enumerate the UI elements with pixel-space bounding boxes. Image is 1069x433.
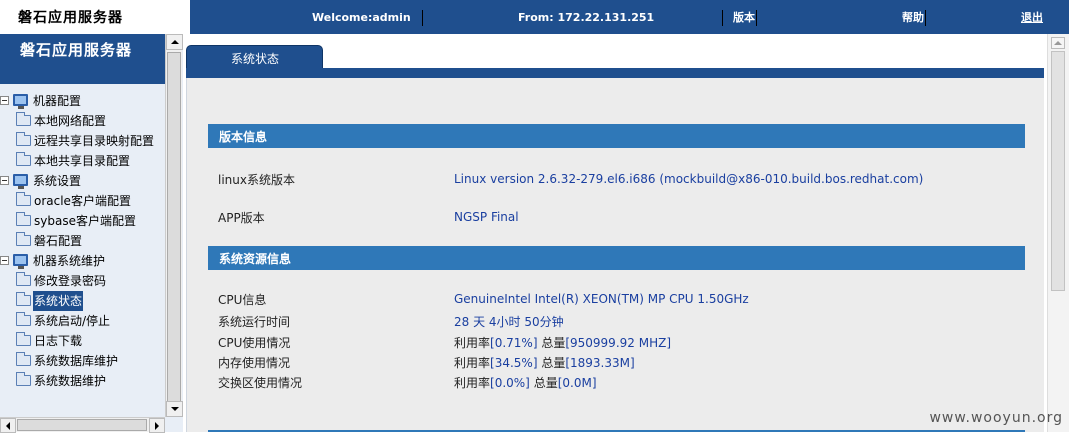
swap-usage-value: 利用率[0.0%] 总量[0.0M] (454, 374, 597, 391)
scroll-left-arrow-icon[interactable] (0, 418, 16, 433)
folder-icon (16, 115, 31, 126)
app-version-value: NGSP Final (454, 210, 519, 224)
computer-icon (13, 254, 28, 266)
tree-label: sybase客户端配置 (34, 211, 136, 231)
header-bar: Welcome:admin From: 172.22.131.251 版本 帮助… (190, 0, 1069, 34)
tab-bar-line (186, 68, 1044, 78)
main-vertical-scrollbar[interactable] (1047, 34, 1069, 432)
tab-system-status[interactable]: 系统状态 (186, 45, 323, 68)
status-content: 版本信息 linux系统版本 Linux version 2.6.32-279.… (186, 78, 1044, 432)
collapse-icon[interactable] (0, 176, 9, 185)
folder-icon (16, 335, 31, 346)
memory-usage-label: 内存使用情况 (218, 354, 290, 371)
rate-value: [0.0%] (490, 376, 530, 390)
scroll-down-arrow-icon[interactable] (166, 401, 183, 417)
section-header-version: 版本信息 (208, 124, 1025, 148)
section-title: 系统资源信息 (219, 250, 291, 267)
tree-label: 本地共享目录配置 (34, 151, 130, 171)
folder-icon (16, 195, 31, 206)
section-header-resources: 系统资源信息 (208, 246, 1025, 270)
tree-label: 磐石配置 (34, 231, 82, 251)
folder-icon (16, 295, 31, 306)
folder-icon (16, 235, 31, 246)
header-divider (722, 10, 723, 26)
folder-icon (16, 135, 31, 146)
sidebar-horizontal-scrollbar[interactable] (0, 417, 165, 432)
total-value: [0.0M] (558, 376, 597, 390)
total-label: 总量 (530, 376, 558, 390)
total-value: [1893.33M] (565, 356, 634, 370)
rate-label: 利用率 (454, 356, 490, 370)
total-label: 总量 (538, 356, 566, 370)
tree-label: 系统数据维护 (34, 371, 106, 391)
welcome-text: Welcome:admin (312, 10, 411, 26)
uptime-value: 28 天 4小时 50分钟 (454, 313, 564, 330)
tree-label: 系统设置 (33, 171, 81, 191)
collapse-icon[interactable] (0, 256, 9, 265)
cpu-info-value: GenuineIntel Intel(R) XEON(TM) MP CPU 1.… (454, 292, 749, 306)
uptime-label: 系统运行时间 (218, 313, 290, 330)
total-label: 总量 (538, 336, 566, 350)
folder-icon (16, 215, 31, 226)
watermark: www.wooyun.org (929, 410, 1063, 426)
help-link[interactable]: 帮助 (902, 10, 924, 26)
scroll-up-arrow-icon[interactable] (166, 34, 183, 50)
sidebar-vertical-scrollbar[interactable] (165, 34, 182, 417)
cpu-info-label: CPU信息 (218, 291, 266, 308)
total-value: [950999.92 MHZ] (565, 336, 671, 350)
tree-label: 机器配置 (33, 91, 81, 111)
folder-icon (16, 155, 31, 166)
tree-label: 系统状态 (33, 291, 83, 311)
tree-label: 修改登录密码 (34, 271, 106, 291)
computer-icon (13, 174, 28, 186)
swap-usage-label: 交换区使用情况 (218, 374, 302, 391)
tab-label: 系统状态 (231, 50, 279, 67)
scrollbar-thumb[interactable] (1051, 51, 1065, 291)
tree-label: 远程共享目录映射配置 (34, 131, 154, 151)
from-ip-text: From: 172.22.131.251 (518, 10, 654, 26)
tree-label: 本地网络配置 (34, 111, 106, 131)
top-bar: 磐石应用服务器 Welcome:admin From: 172.22.131.2… (0, 0, 1069, 34)
version-link[interactable]: 版本 (733, 10, 755, 26)
sidebar-header: 磐石应用服务器 (0, 34, 165, 84)
rate-value: [0.71%] (490, 336, 537, 350)
folder-icon (16, 315, 31, 326)
folder-icon (16, 275, 31, 286)
rate-value: [34.5%] (490, 356, 537, 370)
scrollbar-thumb[interactable] (167, 52, 181, 402)
sidebar-title: 磐石应用服务器 (20, 39, 132, 60)
sidebar: 磐石应用服务器 机器配置 本地网络配置 远程共享目录映射配置 本地共享目录配置 … (0, 34, 183, 432)
tree-label: 系统数据库维护 (34, 351, 118, 371)
cpu-usage-value: 利用率[0.71%] 总量[950999.92 MHZ] (454, 334, 671, 351)
main-panel: 系统状态 版本信息 linux系统版本 Linux version 2.6.32… (183, 34, 1069, 432)
brand-area: 磐石应用服务器 (0, 0, 190, 34)
tree-label: 机器系统维护 (33, 251, 105, 271)
computer-icon (13, 94, 28, 106)
header-divider (925, 10, 926, 26)
logout-link[interactable]: 退出 (1021, 10, 1043, 26)
app-title: 磐石应用服务器 (18, 7, 123, 27)
scroll-up-arrow-icon[interactable] (1051, 37, 1065, 49)
rate-label: 利用率 (454, 376, 490, 390)
scrollbar-thumb[interactable] (17, 419, 147, 431)
tree-label: 日志下载 (34, 331, 82, 351)
header-divider (756, 10, 757, 26)
tree-label: oracle客户端配置 (34, 191, 131, 211)
section-title: 版本信息 (219, 128, 267, 145)
memory-usage-value: 利用率[34.5%] 总量[1893.33M] (454, 354, 635, 371)
folder-icon (16, 375, 31, 386)
collapse-icon[interactable] (0, 96, 9, 105)
app-version-label: APP版本 (218, 209, 265, 226)
folder-icon (16, 355, 31, 366)
tree-label: 系统启动/停止 (34, 311, 110, 331)
linux-version-value: Linux version 2.6.32-279.el6.i686 (mockb… (454, 172, 923, 186)
linux-version-label: linux系统版本 (218, 171, 295, 188)
rate-label: 利用率 (454, 336, 490, 350)
scroll-right-arrow-icon[interactable] (149, 418, 165, 433)
header-divider (422, 10, 423, 26)
cpu-usage-label: CPU使用情况 (218, 334, 290, 351)
